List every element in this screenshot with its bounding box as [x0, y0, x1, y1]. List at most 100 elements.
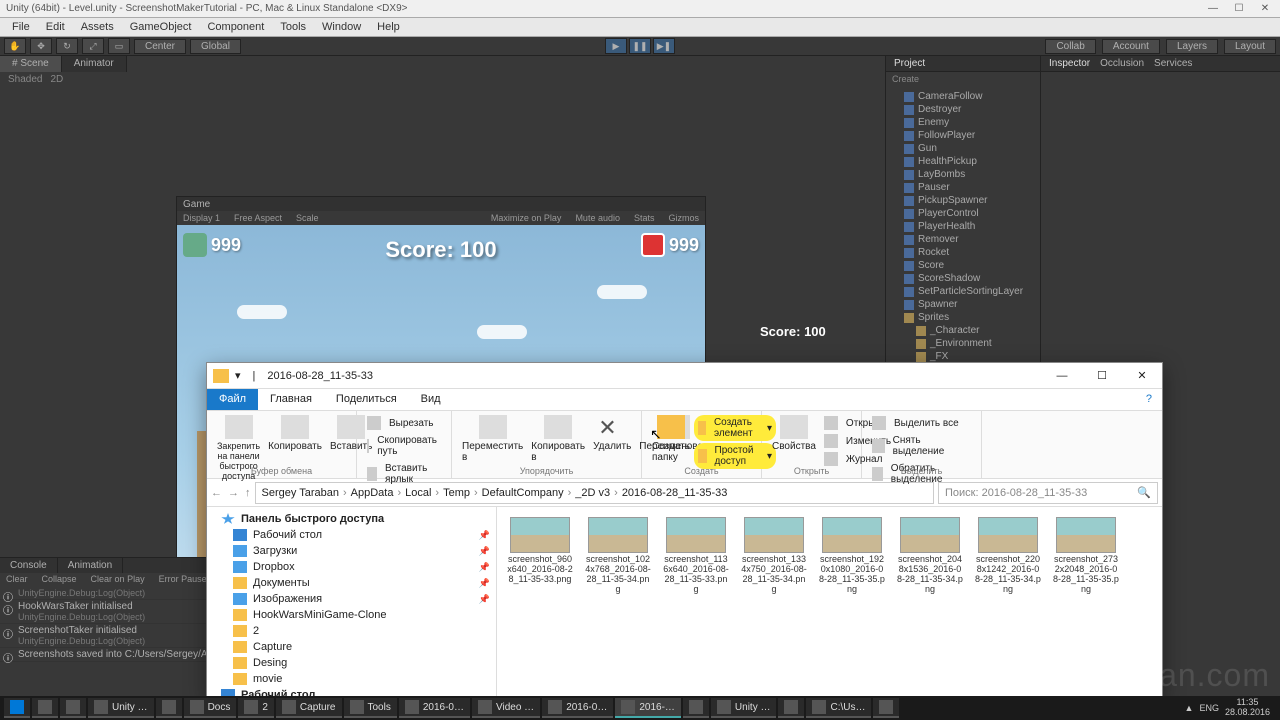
- project-item[interactable]: Sprites: [888, 311, 1038, 324]
- taskbar-item[interactable]: Tools: [344, 698, 397, 718]
- delete-button[interactable]: ✕Удалить: [589, 413, 635, 465]
- tab-game[interactable]: Game: [183, 199, 210, 210]
- minimize-button[interactable]: —: [1204, 3, 1222, 14]
- menu-component[interactable]: Component: [199, 19, 272, 35]
- menu-edit[interactable]: Edit: [38, 19, 73, 35]
- selectnone-button[interactable]: Снять выделение: [868, 433, 975, 459]
- taskbar-item[interactable]: [873, 698, 899, 718]
- breadcrumb[interactable]: AppData: [349, 487, 396, 499]
- file-item[interactable]: screenshot_2732x2048_2016-08-28_11-35-35…: [1053, 517, 1119, 595]
- file-item[interactable]: screenshot_1920x1080_2016-08-28_11-35-35…: [819, 517, 885, 595]
- forward-button[interactable]: →: [228, 487, 239, 499]
- scale-tool-icon[interactable]: ⤢: [82, 38, 104, 54]
- address-bar[interactable]: Sergey Taraban›AppData›Local›Temp›Defaul…: [255, 482, 935, 504]
- project-item[interactable]: HealthPickup: [888, 155, 1038, 168]
- project-item[interactable]: PlayerHealth: [888, 220, 1038, 233]
- minimize-button[interactable]: —: [1042, 363, 1082, 389]
- clock[interactable]: 11:3528.08.2016: [1225, 698, 1270, 718]
- close-button[interactable]: ✕: [1256, 3, 1274, 14]
- taskbar-item[interactable]: [4, 698, 30, 718]
- back-button[interactable]: ←: [211, 487, 222, 499]
- space-toggle[interactable]: Global: [190, 39, 241, 54]
- nav-item[interactable]: Загрузки📌: [207, 543, 496, 559]
- project-item[interactable]: Spawner: [888, 298, 1038, 311]
- taskbar-item[interactable]: [683, 698, 709, 718]
- collapse-toggle[interactable]: Collapse: [42, 574, 77, 586]
- tab-animation[interactable]: Animation: [58, 558, 123, 573]
- menu-gameobject[interactable]: GameObject: [122, 19, 200, 35]
- taskbar-item[interactable]: [32, 698, 58, 718]
- taskbar-item[interactable]: 2: [238, 698, 274, 718]
- taskbar-item[interactable]: 2016-0…: [542, 698, 613, 718]
- mute-toggle[interactable]: Mute audio: [575, 213, 620, 223]
- layers-dropdown[interactable]: Layers: [1166, 39, 1218, 54]
- breadcrumb[interactable]: Sergey Taraban: [260, 487, 341, 499]
- rotate-tool-icon[interactable]: ↻: [56, 38, 78, 54]
- display-dropdown[interactable]: Display 1: [183, 213, 220, 223]
- qat-icon[interactable]: ▾: [235, 369, 241, 382]
- layout-dropdown[interactable]: Layout: [1224, 39, 1276, 54]
- file-item[interactable]: screenshot_2208x1242_2016-08-28_11-35-34…: [975, 517, 1041, 595]
- project-item[interactable]: CameraFollow: [888, 90, 1038, 103]
- taskbar-item[interactable]: Unity …: [711, 698, 777, 718]
- moveto-button[interactable]: Переместить в: [458, 413, 527, 465]
- nav-item[interactable]: Desing: [207, 655, 496, 671]
- play-button[interactable]: ▶: [605, 38, 627, 54]
- breadcrumb[interactable]: Temp: [441, 487, 472, 499]
- taskbar-item[interactable]: C:\Us…: [806, 698, 871, 718]
- menu-window[interactable]: Window: [314, 19, 369, 35]
- menu-file[interactable]: File: [4, 19, 38, 35]
- account-dropdown[interactable]: Account: [1102, 39, 1160, 54]
- menu-help[interactable]: Help: [369, 19, 408, 35]
- project-item[interactable]: PickupSpawner: [888, 194, 1038, 207]
- gizmos-toggle[interactable]: Gizmos: [668, 213, 699, 223]
- clear-button[interactable]: Clear: [6, 574, 28, 586]
- breadcrumb[interactable]: 2016-08-28_11-35-33: [620, 487, 730, 499]
- error-pause-toggle[interactable]: Error Pause: [159, 574, 207, 586]
- nav-item[interactable]: movie: [207, 671, 496, 687]
- file-item[interactable]: screenshot_1024x768_2016-08-28_11-35-34.…: [585, 517, 651, 595]
- rect-tool-icon[interactable]: ▭: [108, 38, 130, 54]
- taskbar-item[interactable]: 2016-…: [615, 698, 681, 718]
- project-item[interactable]: Destroyer: [888, 103, 1038, 116]
- project-item[interactable]: SetParticleSortingLayer: [888, 285, 1038, 298]
- project-item[interactable]: LayBombs: [888, 168, 1038, 181]
- up-button[interactable]: ↑: [245, 487, 251, 499]
- project-item[interactable]: Score: [888, 259, 1038, 272]
- nav-item[interactable]: Изображения📌: [207, 591, 496, 607]
- taskbar-item[interactable]: 2016-0…: [399, 698, 470, 718]
- tab-scene[interactable]: # Scene: [0, 56, 62, 72]
- project-item[interactable]: Pauser: [888, 181, 1038, 194]
- nav-item[interactable]: Dropbox📌: [207, 559, 496, 575]
- collab-dropdown[interactable]: Collab: [1045, 39, 1095, 54]
- file-item[interactable]: screenshot_1136x640_2016-08-28_11-35-33.…: [663, 517, 729, 595]
- move-tool-icon[interactable]: ✥: [30, 38, 52, 54]
- tab-animator[interactable]: Animator: [62, 56, 127, 72]
- file-item[interactable]: screenshot_1334x750_2016-08-28_11-35-34.…: [741, 517, 807, 595]
- menu-assets[interactable]: Assets: [73, 19, 122, 35]
- shaded-dropdown[interactable]: Shaded: [8, 74, 42, 85]
- close-button[interactable]: ✕: [1122, 363, 1162, 389]
- maximize-toggle[interactable]: Maximize on Play: [491, 213, 562, 223]
- copyto-button[interactable]: Копировать в: [527, 413, 589, 465]
- clear-on-play-toggle[interactable]: Clear on Play: [91, 574, 145, 586]
- project-item[interactable]: Enemy: [888, 116, 1038, 129]
- step-button[interactable]: ▶❚: [653, 38, 675, 54]
- tray-icon[interactable]: ▲: [1185, 703, 1194, 713]
- project-item[interactable]: Rocket: [888, 246, 1038, 259]
- file-item[interactable]: screenshot_960x640_2016-08-28_11-35-33.p…: [507, 517, 573, 595]
- nav-item[interactable]: 2: [207, 623, 496, 639]
- project-item[interactable]: ScoreShadow: [888, 272, 1038, 285]
- nav-item[interactable]: Панель быстрого доступа: [207, 511, 496, 527]
- project-item[interactable]: Gun: [888, 142, 1038, 155]
- create-dropdown[interactable]: Create: [886, 72, 1040, 86]
- taskbar-item[interactable]: Video …: [472, 698, 540, 718]
- nav-item[interactable]: HookWarsMiniGame-Clone: [207, 607, 496, 623]
- project-item[interactable]: _Character: [888, 324, 1038, 337]
- cut-button[interactable]: Вырезать: [363, 415, 445, 431]
- nav-item[interactable]: Рабочий стол📌: [207, 527, 496, 543]
- 2d-toggle[interactable]: 2D: [50, 74, 63, 85]
- project-item[interactable]: FollowPlayer: [888, 129, 1038, 142]
- tab-project[interactable]: Project: [894, 58, 925, 69]
- taskbar-item[interactable]: Capture: [276, 698, 342, 718]
